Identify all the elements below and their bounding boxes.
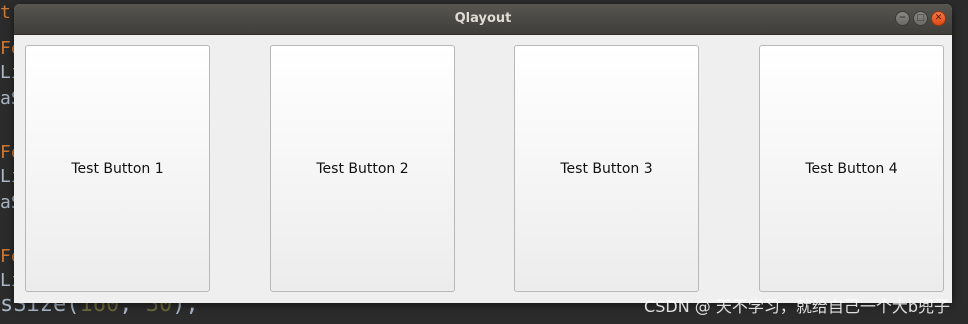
test-button-4[interactable]: Test Button 4 xyxy=(759,45,944,292)
close-button[interactable]: ✕ xyxy=(931,11,946,26)
maximize-button[interactable]: □ xyxy=(913,11,928,26)
button-label: Test Button 1 xyxy=(71,160,164,177)
test-button-1[interactable]: Test Button 1 xyxy=(25,45,210,292)
window-controls: − □ ✕ xyxy=(895,11,946,26)
minimize-button[interactable]: − xyxy=(895,11,910,26)
button-label: Test Button 2 xyxy=(316,160,409,177)
app-window: Qlayout − □ ✕ Test Button 1 Test Button … xyxy=(14,4,952,303)
test-button-2[interactable]: Test Button 2 xyxy=(270,45,455,292)
title-bar[interactable]: Qlayout − □ ✕ xyxy=(14,4,952,35)
window-title: Qlayout xyxy=(454,11,512,26)
layout-content: Test Button 1 Test Button 2 Test Button … xyxy=(14,35,952,303)
minimize-icon: − xyxy=(898,13,907,23)
close-icon: ✕ xyxy=(934,13,943,23)
button-label: Test Button 3 xyxy=(560,160,653,177)
button-label: Test Button 4 xyxy=(805,160,898,177)
watermark: CSDN @ 天不学习，就给自己一个大b兜子 xyxy=(644,297,950,316)
test-button-3[interactable]: Test Button 3 xyxy=(514,45,699,292)
maximize-icon: □ xyxy=(916,13,925,23)
code-fragment: t xyxy=(0,2,11,23)
